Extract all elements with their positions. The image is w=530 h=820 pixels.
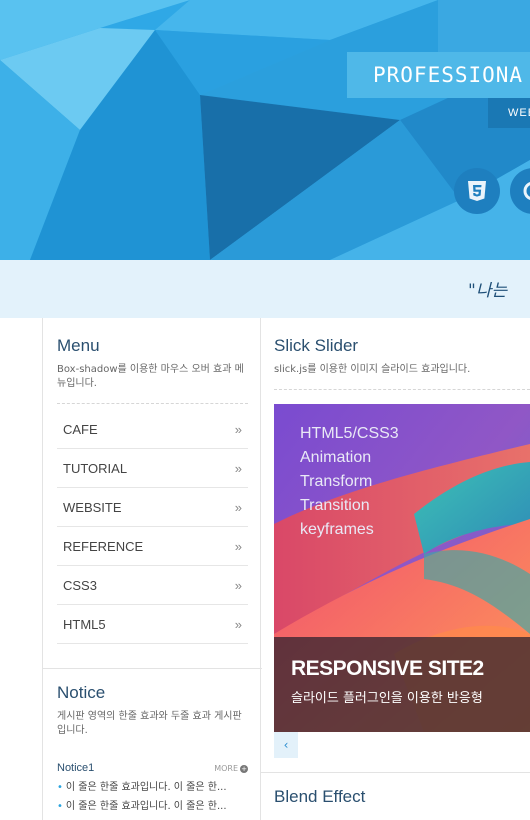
notice-title: Notice bbox=[57, 683, 106, 702]
blend-title: Blend Effect bbox=[274, 787, 366, 806]
slider-divider bbox=[274, 389, 530, 390]
slider-description: slick.js를 이용한 이미지 슬라이드 효과입니다. bbox=[274, 364, 471, 375]
header-banner: PROFESSIONA WEB bbox=[0, 0, 530, 260]
slide-line: Animation bbox=[300, 449, 372, 466]
slide-line: Transition bbox=[300, 497, 370, 514]
slider-title: Slick Slider bbox=[274, 336, 359, 355]
slider-prev-button[interactable]: ‹ bbox=[274, 732, 298, 758]
chevron-right-icon: » bbox=[234, 499, 242, 515]
menu-item-website[interactable]: WEBSITE » bbox=[57, 488, 248, 527]
chevron-right-icon: » bbox=[234, 421, 242, 437]
notice-item-title[interactable]: Notice1 bbox=[57, 762, 94, 774]
quote-strip: "나는 bbox=[0, 260, 530, 318]
caption-title: RESPONSIVE SITE2 bbox=[291, 657, 484, 680]
right-column: Slick Slider slick.js를 이용한 이미지 슬라이드 효과입니… bbox=[261, 318, 530, 820]
blend-description-cut bbox=[274, 812, 517, 818]
menu-description: Box-shadow를 이용한 마우스 오버 효과 메뉴입니다. bbox=[57, 364, 244, 389]
notice-line-text: 이 줄은 한줄 효과입니다. 이 줄은 한... bbox=[65, 782, 227, 793]
menu-item-reference[interactable]: REFERENCE » bbox=[57, 527, 248, 566]
notice-description: 게시판 영역의 한줄 효과와 두줄 효과 게시판입니다. bbox=[57, 711, 242, 736]
quote-text: "나는 bbox=[468, 281, 508, 301]
css3-glyph bbox=[523, 181, 530, 201]
blend-section: Blend Effect bbox=[261, 772, 530, 818]
chevron-right-icon: » bbox=[234, 616, 242, 632]
menu-item-label: HTML5 bbox=[63, 616, 106, 632]
menu-item-label: WEBSITE bbox=[63, 499, 122, 515]
chevron-right-icon: » bbox=[234, 577, 242, 593]
menu-section: Menu Box-shadow를 이용한 마우스 오버 효과 메뉴입니다. CA… bbox=[57, 336, 248, 644]
html5-icon[interactable] bbox=[454, 168, 500, 214]
notice-line[interactable]: • 이 줄은 한줄 효과입니다. 이 줄은 한... bbox=[57, 797, 248, 812]
html5-glyph bbox=[468, 181, 486, 201]
bullet-icon: • bbox=[57, 801, 63, 812]
chevron-right-icon: » bbox=[234, 538, 242, 554]
more-link[interactable]: MORE + bbox=[214, 764, 248, 773]
menu-item-label: CSS3 bbox=[63, 577, 97, 593]
menu-item-css3[interactable]: CSS3 » bbox=[57, 566, 248, 605]
notice-line-text: 이 줄은 한줄 효과입니다. 이 줄은 한... bbox=[65, 801, 227, 812]
notice-header: Notice1 MORE + bbox=[57, 762, 248, 774]
menu-item-label: CAFE bbox=[63, 421, 98, 437]
menu-item-html5[interactable]: HTML5 » bbox=[57, 605, 248, 644]
slide-line: Transform bbox=[300, 473, 373, 490]
header-subtitle: WEB bbox=[488, 98, 530, 128]
slider-section: Slick Slider slick.js를 이용한 이미지 슬라이드 효과입니… bbox=[274, 336, 530, 390]
menu-item-tutorial[interactable]: TUTORIAL » bbox=[57, 449, 248, 488]
header-title: PROFESSIONA bbox=[347, 52, 530, 98]
menu-list: CAFE » TUTORIAL » WEBSITE » REFERENCE » CSS3… bbox=[57, 410, 248, 644]
slide-line: keyframes bbox=[300, 521, 374, 538]
menu-title: Menu bbox=[57, 336, 100, 355]
menu-item-label: REFERENCE bbox=[63, 538, 144, 554]
header-background bbox=[0, 0, 530, 260]
more-label: MORE bbox=[214, 764, 238, 773]
left-column: Menu Box-shadow를 이용한 마우스 오버 효과 메뉴입니다. CA… bbox=[42, 318, 262, 820]
chevron-right-icon: » bbox=[234, 460, 242, 476]
slide-caption: RESPONSIVE SITE2 슬라이드 플러그인을 이용한 반응형 bbox=[274, 637, 530, 732]
notice-line[interactable]: • 이 줄은 한줄 효과입니다. 이 줄은 한... bbox=[57, 778, 248, 793]
slide-text-lines: HTML5/CSS3 Animation Transform Transitio… bbox=[300, 422, 399, 542]
plus-circle-icon: + bbox=[240, 764, 248, 773]
menu-item-label: TUTORIAL bbox=[63, 460, 128, 476]
menu-divider bbox=[57, 403, 248, 404]
notice-section: Notice 게시판 영역의 한줄 효과와 두줄 효과 게시판입니다. Noti… bbox=[43, 668, 262, 812]
slide-line: HTML5/CSS3 bbox=[300, 425, 399, 442]
caption-subtitle: 슬라이드 플러그인을 이용한 반응형 bbox=[291, 691, 483, 706]
bullet-icon: • bbox=[57, 782, 63, 793]
slide-image[interactable]: HTML5/CSS3 Animation Transform Transitio… bbox=[274, 404, 530, 732]
menu-item-cafe[interactable]: CAFE » bbox=[57, 410, 248, 449]
